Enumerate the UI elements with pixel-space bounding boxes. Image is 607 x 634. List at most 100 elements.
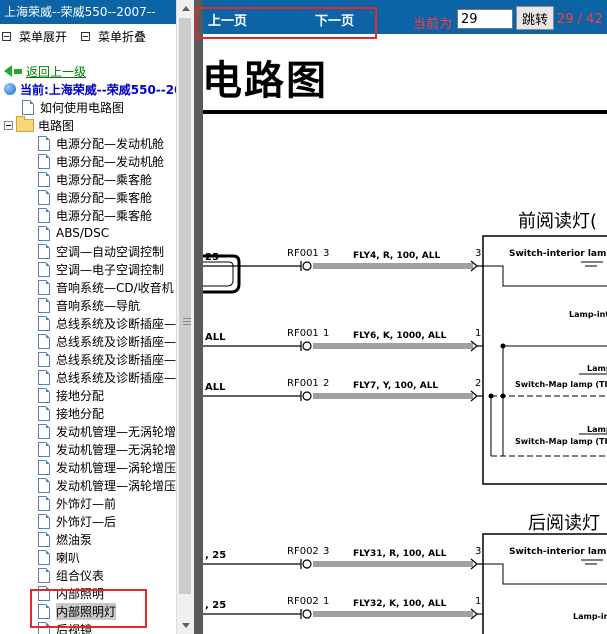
tree-item[interactable]: 电源分配—乘客舱 [0, 206, 176, 224]
tree-item[interactable]: ABS/DSC [0, 224, 176, 242]
current-path-label: 当前:上海荣威--荣威550--2007- [20, 82, 176, 97]
arrow-up-icon [181, 6, 190, 11]
page-count: 29 / 42 [557, 12, 603, 27]
scroll-thumb[interactable] [179, 18, 191, 594]
tree-item-label: 发动机管理—涡轮增压 [56, 460, 176, 475]
collapse-all-button[interactable]: 菜单折叠 [81, 28, 146, 45]
wire-row: 25 RF001 3 FLY4, R, 100, ALL 3 [203, 248, 483, 272]
tree-item[interactable]: 外饰灯—前 [0, 494, 176, 512]
lamp-label-1: Lamp [587, 364, 607, 373]
tree-item[interactable]: 音响系统—CD/收音机 [0, 278, 176, 296]
scroll-up-button[interactable] [177, 0, 194, 17]
document-icon [38, 261, 50, 277]
tree-item[interactable]: 总线系统及诊断插座—高 [0, 332, 176, 350]
collapse-node-icon[interactable] [4, 120, 13, 130]
end-pin: 2 [475, 378, 481, 389]
wire-spec: FLY7, Y, 100, ALL [353, 381, 438, 391]
tree-item-label: 喇叭 [56, 550, 81, 565]
wire-left-label: , 25 [205, 550, 226, 561]
switch-map-label-1: Switch-Map lamp (TH3) [515, 380, 607, 389]
tree-item[interactable]: 燃油泵 [0, 530, 176, 548]
tree-item-label: 总线系统及诊断插座—中 [56, 316, 176, 331]
tree-item-label: 组合仪表 [56, 568, 105, 583]
title-rule [203, 110, 607, 114]
tree-item[interactable]: 发动机管理—涡轮增压 [0, 458, 176, 476]
lamp-interior-label-2: Lamp-int [573, 612, 607, 621]
wire-spec: FLY31, R, 100, ALL [353, 549, 447, 559]
back-link[interactable]: 返回上一级 [0, 62, 176, 80]
document-icon [38, 531, 50, 547]
document-title: 电路图 [202, 58, 328, 104]
tree-item[interactable]: 喇叭 [0, 548, 176, 566]
tree-item[interactable]: 接地分配 [0, 404, 176, 422]
tree-item[interactable]: 空调—自动空调控制 [0, 242, 176, 260]
wire-left-label: ALL [205, 332, 226, 343]
document-icon [38, 315, 50, 331]
connector-pin: 3 [323, 248, 329, 259]
connector-icon [302, 391, 312, 401]
tree-item-label: ABS/DSC [56, 226, 110, 240]
tree-item-label: 总线系统及诊断插座—高 [56, 334, 176, 349]
wire-spec: FLY4, R, 100, ALL [353, 251, 441, 261]
diagram-viewer: Switch-interior lamp Lamp-interi Lamp Sw… [203, 34, 607, 634]
connector-id: RF001 [287, 328, 319, 339]
tree-item[interactable]: 接地分配 [0, 386, 176, 404]
tree-item-label: 电源分配—发动机舱 [56, 136, 165, 151]
tree-item[interactable]: 电源分配—发动机舱 [0, 152, 176, 170]
document-icon [38, 423, 50, 439]
tree-item[interactable]: 发动机管理—无涡轮增压 [0, 440, 176, 458]
document-icon [38, 189, 50, 205]
tree-item-label: 音响系统—导航 [56, 298, 141, 313]
tree-item[interactable]: 发动机管理—无涡轮增压 [0, 422, 176, 440]
document-icon [38, 459, 50, 475]
document-icon [38, 549, 50, 565]
globe-icon [4, 83, 16, 95]
tree-item[interactable]: 总线系统及诊断插座—L [0, 350, 176, 368]
tree-item-label: 电路图 [38, 118, 75, 133]
document-icon [38, 135, 50, 151]
tree-item[interactable]: 总线系统及诊断插座—中 [0, 314, 176, 332]
tree-item[interactable]: 电源分配—发动机舱 [0, 134, 176, 152]
back-arrow-icon [4, 65, 12, 77]
folder-icon [16, 115, 34, 132]
connector-id: RF002 [287, 596, 319, 607]
tree-item-label: 空调—电子空调控制 [56, 262, 165, 277]
document-icon [38, 477, 50, 493]
tree-folder[interactable]: 电路图 [0, 115, 176, 134]
tree-item[interactable]: 外饰灯—后 [0, 512, 176, 530]
tree-item-label: 电源分配—乘客舱 [56, 172, 153, 187]
end-pin: 1 [475, 328, 481, 339]
scroll-down-button[interactable] [177, 617, 194, 634]
tree-item[interactable]: 组合仪表 [0, 566, 176, 584]
expand-all-button[interactable]: 菜单展开 [2, 28, 67, 45]
page-number-input[interactable] [457, 9, 513, 29]
tree-item[interactable]: 发动机管理—涡轮增压 [0, 476, 176, 494]
connector-icon [302, 559, 312, 569]
nav-highlight-box [195, 7, 377, 39]
connector-id: RF001 [287, 378, 319, 389]
section-title-rear: 后阅读灯 [528, 513, 600, 534]
tree-item[interactable]: 电源分配—乘客舱 [0, 188, 176, 206]
expand-all-label: 菜单展开 [19, 29, 68, 44]
sidebar-scrollbar[interactable] [176, 0, 194, 634]
tree-item[interactable]: 电源分配—乘客舱 [0, 170, 176, 188]
circuit-diagram: Switch-interior lamp Lamp-interi Lamp Sw… [203, 235, 607, 634]
lamp-interior-label: Lamp-interi [569, 310, 607, 319]
end-pin: 3 [475, 546, 481, 557]
document-icon [38, 567, 50, 583]
wire-row: , 25 RF002 3 FLY31, R, 100, ALL 3 [203, 546, 483, 570]
tree-item-label: 发动机管理—无涡轮增压 [56, 424, 176, 439]
tree-items: 如何使用电路图 电路图 电源分配—发动机舱 电源分配—发动机舱 电源分配—乘客舱 电源分配… [0, 98, 176, 634]
tree-item[interactable]: 空调—电子空调控制 [0, 260, 176, 278]
connector-pin: 3 [323, 546, 329, 557]
tree-item[interactable]: 总线系统及诊断插座—K [0, 368, 176, 386]
tree-item[interactable]: 音响系统—导航 [0, 296, 176, 314]
jump-button[interactable]: 跳转 [516, 6, 554, 30]
tree-item-label: 接地分配 [56, 388, 105, 403]
sidebar: 上海荣威--荣威550--2007-- 菜单展开 菜单折叠 返回上一级 当前:上… [0, 0, 195, 634]
lamp-label-2: Lamp [587, 425, 607, 434]
document-icon [38, 333, 50, 349]
tree-item[interactable]: 如何使用电路图 [0, 98, 176, 116]
current-path: 当前:上海荣威--荣威550--2007- [0, 80, 176, 98]
collapse-all-label: 菜单折叠 [98, 29, 147, 44]
